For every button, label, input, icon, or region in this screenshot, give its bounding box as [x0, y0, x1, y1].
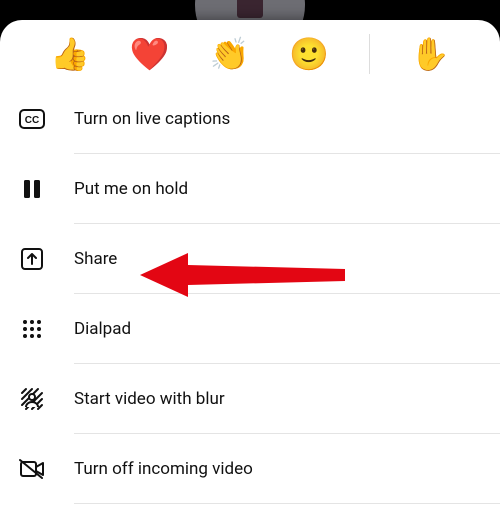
svg-text:CC: CC	[25, 115, 39, 126]
menu-item-label: Share	[74, 249, 117, 269]
reactions-row: 👍 ❤️ 👏 🙂 ✋	[0, 20, 500, 84]
heart-icon[interactable]: ❤️	[130, 38, 170, 70]
video-off-icon	[18, 455, 46, 483]
raise-hand-icon[interactable]: ✋	[410, 38, 450, 70]
menu-item-label: Dialpad	[74, 319, 131, 339]
menu-item-incoming-off[interactable]: Turn off incoming video	[0, 434, 500, 504]
reaction-divider	[369, 34, 370, 74]
menu-list: CC Turn on live captions Put me on hold …	[0, 84, 500, 504]
menu-item-blur[interactable]: Start video with blur	[0, 364, 500, 434]
menu-item-label: Turn off incoming video	[74, 459, 253, 479]
menu-item-hold[interactable]: Put me on hold	[0, 154, 500, 224]
menu-item-share[interactable]: Share	[0, 224, 500, 294]
smile-icon[interactable]: 🙂	[289, 38, 329, 70]
thumbs-up-icon[interactable]: 👍	[50, 38, 90, 70]
menu-item-label: Put me on hold	[74, 179, 188, 199]
share-icon	[18, 245, 46, 273]
captions-icon: CC	[18, 105, 46, 133]
menu-item-label: Start video with blur	[74, 389, 225, 409]
clap-icon[interactable]: 👏	[210, 38, 250, 70]
menu-item-captions[interactable]: CC Turn on live captions	[0, 84, 500, 154]
pause-icon	[18, 175, 46, 203]
action-sheet: 👍 ❤️ 👏 🙂 ✋ CC Turn on live captions Put …	[0, 20, 500, 517]
menu-item-label: Turn on live captions	[74, 109, 230, 129]
blur-icon	[18, 385, 46, 413]
menu-item-dialpad[interactable]: Dialpad	[0, 294, 500, 364]
dialpad-icon	[18, 315, 46, 343]
